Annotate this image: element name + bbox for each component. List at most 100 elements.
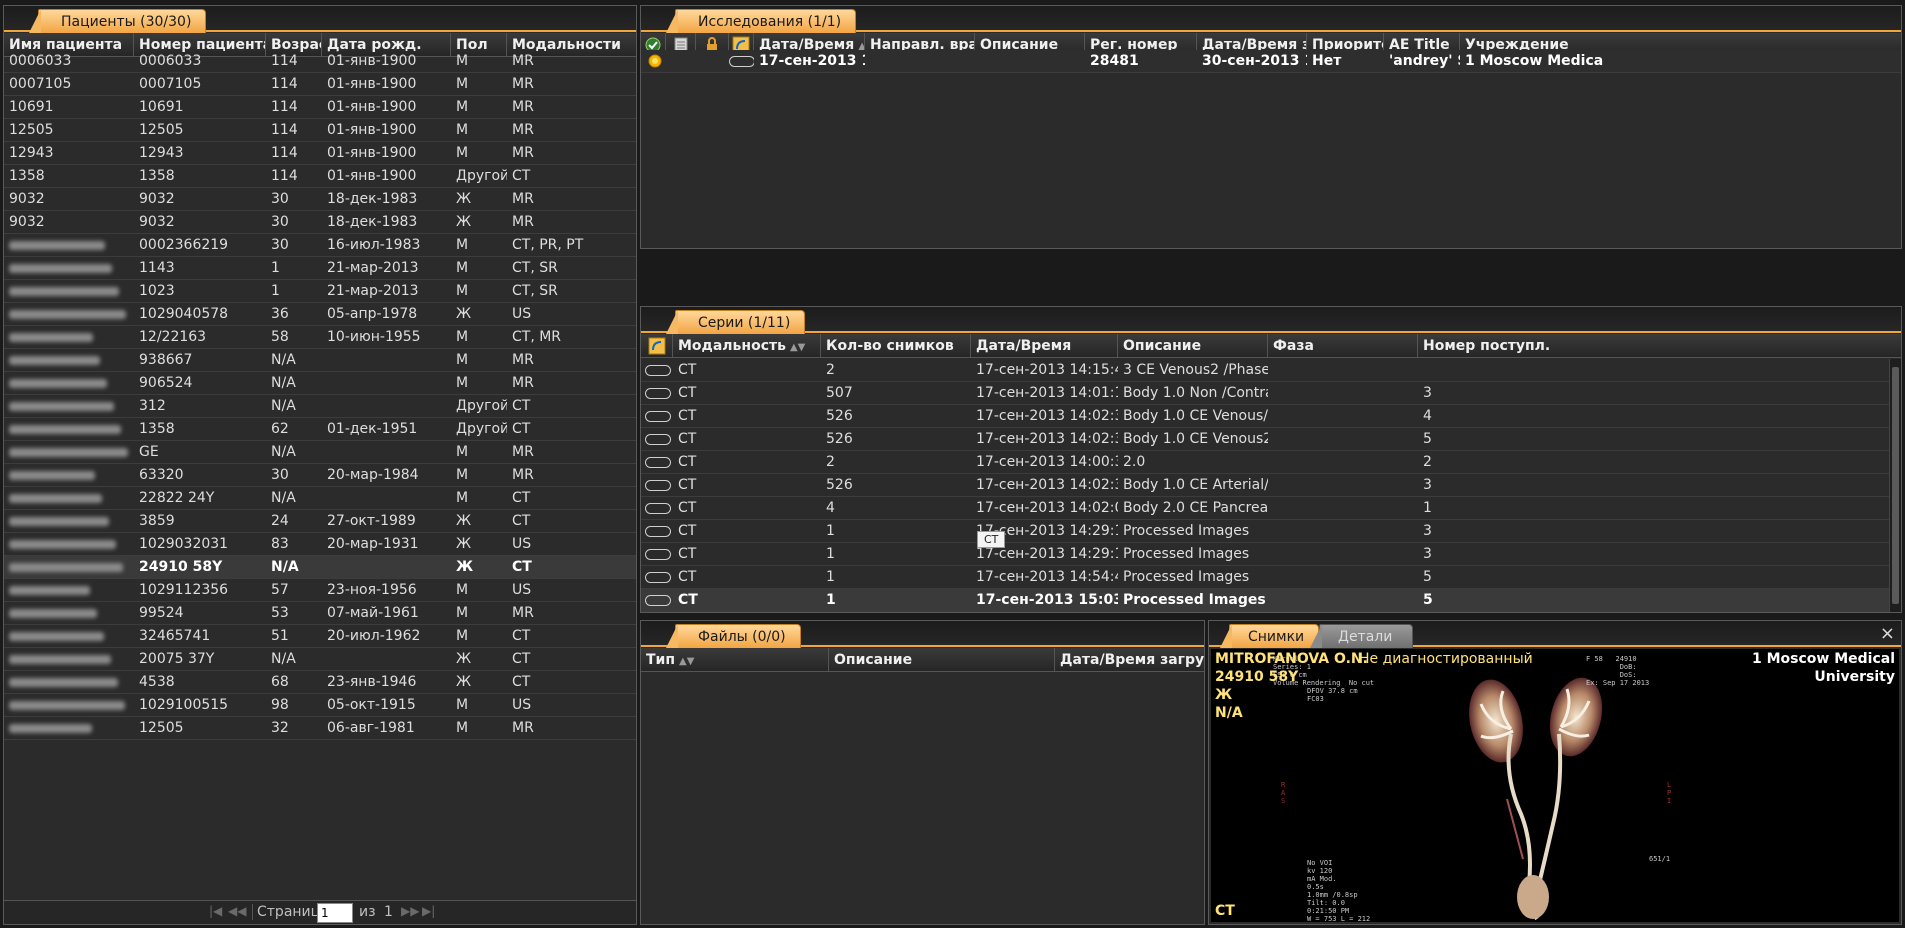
series-pill-icon [645,382,673,405]
table-row[interactable]: CT 1 17-сен-2013 14:54:41 Processed Images 5 [641,566,1889,589]
patient-modalities: MR [512,122,534,138]
table-row[interactable]: 20075 37Y N/A Ж CT [4,648,636,671]
table-row[interactable]: CT 507 17-сен-2013 14:01:16 Body 1.0 Non /C… [641,382,1889,405]
table-row[interactable]: 906524 N/A М MR [4,372,636,395]
table-row[interactable]: 3859 24 27-окт-1989 Ж CT [4,510,636,533]
series-phase [1268,405,1418,428]
series-pill-icon [645,589,673,612]
patient-dob: 01-янв-1900 [327,76,417,92]
patient-modalities: CT [512,513,531,529]
series-phase [1268,428,1418,451]
col-series-datetime[interactable]: Дата/Время [971,334,1118,358]
sort-arrow-icon: ▲▼ [679,656,695,667]
tab-patients[interactable]: Пациенты (30/30) [28,9,207,33]
table-row[interactable]: 12943 12943 114 01-янв-1900 М MR [4,142,636,165]
col-phase[interactable]: Фаза [1268,334,1418,358]
patient-age: 114 [271,168,298,184]
series-scrollbar[interactable] [1889,359,1901,612]
table-row[interactable]: 1143 1 21-мар-2013 М CT, SR [4,257,636,280]
table-row[interactable]: CT 1 17-сен-2013 14:29:13 Processed Images 3 [641,520,1889,543]
last-page-icon[interactable]: ▶| [422,904,435,918]
table-row[interactable]: CT 526 17-сен-2013 14:02:33 Body 1.0 CE Ven… [641,428,1889,451]
table-row[interactable]: CT 2 17-сен-2013 14:15:47 3 CE Venous2 /Pha… [641,359,1889,382]
dicom-viewport[interactable]: Kernel: Series: 1 FS: 6 cm Volume Render… [1211,649,1899,922]
patient-age: N/A [271,375,296,391]
next-page-icon[interactable]: ▶▶ [401,904,419,918]
table-row[interactable]: 22822 24Y N/A М CT [4,487,636,510]
table-row[interactable]: 0002366219 30 16-июл-1983 М CT, PR, PT [4,234,636,257]
tab-images[interactable]: Снимки [1219,624,1320,648]
tab-studies[interactable]: Исследования (1/1) [665,9,857,33]
table-row[interactable]: 32465741 51 20-июл-1962 М CT [4,625,636,648]
table-row[interactable]: 1029100515 98 05-окт-1915 М US [4,694,636,717]
files-table-header: Тип▲▼ Описание Дата/Время загрузки [641,648,1204,672]
col-file-description[interactable]: Описание [829,648,1055,672]
patient-age: N/A [271,490,296,506]
table-row[interactable]: 9032 9032 30 18-дек-1983 Ж MR [4,211,636,234]
table-row[interactable]: 1023 1 21-мар-2013 М CT, SR [4,280,636,303]
table-row[interactable]: 12505 12505 114 01-янв-1900 М MR [4,119,636,142]
overlay-institution-1: 1 Moscow Medical [1751,651,1895,667]
table-row[interactable]: 1029112356 57 23-ноя-1956 М US [4,579,636,602]
series-datetime: 17-сен-2013 14:54:41 [976,569,1118,585]
patient-dob: 01-дек-1951 [327,421,418,437]
table-row[interactable]: CT 526 17-сен-2013 14:02:32 Body 1.0 CE Ven… [641,405,1889,428]
table-row[interactable]: GE N/A М MR [4,441,636,464]
table-row[interactable]: 9032 9032 30 18-дек-1983 Ж MR [4,188,636,211]
close-icon[interactable]: × [1880,623,1895,644]
tab-files[interactable]: Файлы (0/0) [666,624,801,648]
table-row[interactable]: 99524 53 07-май-1961 М MR [4,602,636,625]
table-row[interactable]: 0007105 0007105 114 01-янв-1900 М MR [4,73,636,96]
page-number-input[interactable] [317,903,353,923]
tab-series[interactable]: Серии (1/11) [665,310,806,334]
table-row[interactable]: 938667 N/A М MR [4,349,636,372]
table-row[interactable]: CT 2 17-сен-2013 14:00:30 2.0 2 [641,451,1889,474]
patient-dob [322,487,451,510]
series-modality: CT [678,408,697,424]
series-phase [1268,589,1418,612]
table-row[interactable]: 0006033 0006033 114 01-янв-1900 М MR [4,50,636,73]
series-scroll-thumb[interactable] [1892,367,1899,604]
table-row[interactable]: CT 1 17-сен-2013 15:03:05 Processed Images 5 [641,589,1889,612]
tab-details[interactable]: Детали [1309,624,1414,648]
patients-table-body: 0006033 0006033 114 01-янв-1900 М MR 0007105 00… [4,50,636,740]
patient-age: 114 [271,53,298,69]
table-row[interactable]: CT 1 17-сен-2013 14:29:13 Processed Images 3 [641,543,1889,566]
study-status-icon [644,50,666,73]
patient-dob: 07-май-1961 [327,605,419,621]
first-page-icon[interactable]: |◀ [209,904,222,918]
table-row[interactable]: 17-сен-2013 13:5 28481 30-сен-2013 13:0 … [641,50,1901,73]
col-series-description[interactable]: Описание [1118,334,1268,358]
table-row[interactable]: 63320 30 20-мар-1984 М MR [4,464,636,487]
patient-dob: 21-мар-2013 [327,260,419,276]
table-row[interactable]: 312 N/A Другой CT [4,395,636,418]
patient-sex: М [456,329,469,345]
table-row[interactable]: 1029032031 83 20-мар-1931 Ж US [4,533,636,556]
table-row[interactable]: 24910 58Y N/A Ж CT [4,556,636,579]
table-row[interactable]: 1358 62 01-дек-1951 Другой CT [4,418,636,441]
series-image-count: 1 [826,523,835,539]
prev-page-icon[interactable]: ◀◀ [228,904,246,918]
series-tabbar: Серии (1/11) [641,307,1901,334]
col-file-type[interactable]: Тип ▲▼ [641,648,829,672]
table-row[interactable]: 10691 10691 114 01-янв-1900 М MR [4,96,636,119]
col-image-count[interactable]: Кол-во снимков [821,334,971,358]
table-row[interactable]: CT 4 17-сен-2013 14:02:07 Body 2.0 CE Pancr… [641,497,1889,520]
table-row[interactable]: 1029040578 36 05-апр-1978 Ж US [4,303,636,326]
table-row[interactable]: CT 526 17-сен-2013 14:02:32 Body 1.0 CE Art… [641,474,1889,497]
table-row[interactable]: 12505 32 06-авг-1981 М MR [4,717,636,740]
series-image-count: 1 [826,546,835,562]
col-series-upload-icon[interactable] [641,334,673,358]
patient-sex: М [456,260,469,276]
table-row[interactable]: 1358 1358 114 01-янв-1900 Другой CT [4,165,636,188]
series-description: Processed Images [1123,592,1266,608]
table-row[interactable]: 12/22163 58 10-июн-1955 М CT, MR [4,326,636,349]
patient-modalities: US [512,306,532,322]
overlay-dob: N/A [1215,705,1243,721]
table-row[interactable]: 4538 68 23-янв-1946 Ж CT [4,671,636,694]
col-file-upload-datetime[interactable]: Дата/Время загрузки [1055,648,1204,672]
col-series-modality[interactable]: Модальность ▲▼ [673,334,821,358]
patient-age: 51 [271,628,289,644]
col-acquisition-number[interactable]: Номер поступл. [1418,334,1901,358]
page-of-label: из [359,904,376,920]
